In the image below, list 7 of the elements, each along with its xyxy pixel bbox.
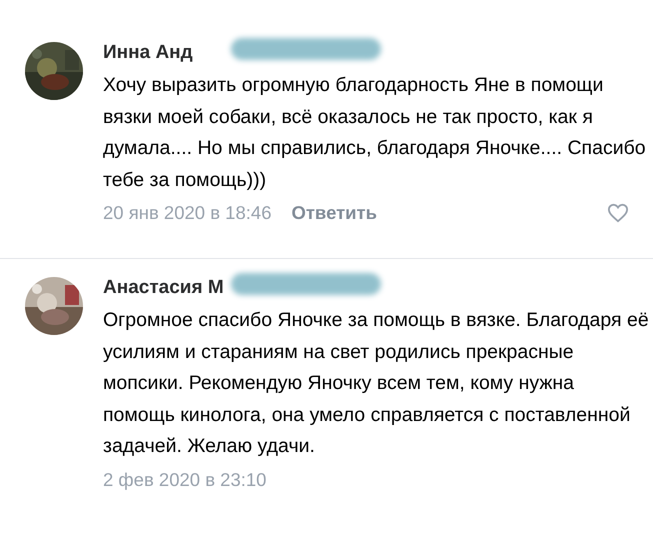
comment-text: Хочу выразить огромную благодарность Яне в помощи вязки моей собаки, всё оказалось не так просто, как я думала.... Но мы справились, благодаря Яночке.... Спасибо тебе за помощь))) [103, 73, 647, 192]
like-icon[interactable] [607, 203, 629, 223]
author-name[interactable]: Инна Анд [103, 42, 193, 64]
comment-date: 2 фев 2020 в 23:10 [103, 468, 266, 490]
comment-text: Огромное спасибо Яночке за помощь в вязке. Благодаря её усилиям и стараниям на свет родились прекрасные мопсики. Рекомендую Яночку всем тем, кому нужна помощь кинолога, она умело справляется с поставленной задачей. Желаю удачи. [103, 308, 649, 459]
author-name[interactable]: Анастасия М [103, 277, 224, 299]
comment-date: 20 янв 2020 в 18:46 [103, 202, 272, 224]
